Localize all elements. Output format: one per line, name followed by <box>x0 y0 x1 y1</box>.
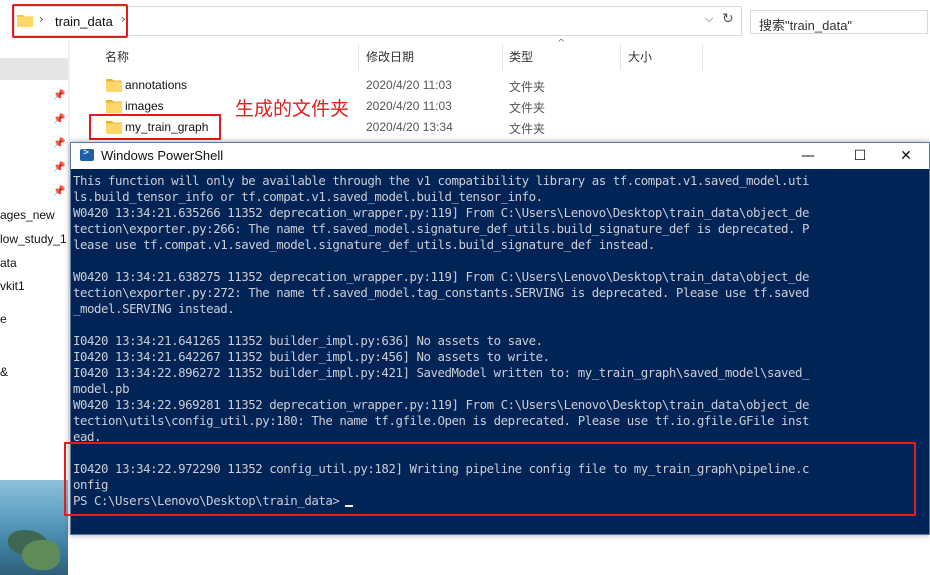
console-line: W0420 13:34:21.638275 11352 deprecation_… <box>73 269 810 284</box>
file-date: 2020/4/20 13:34 <box>366 120 453 134</box>
column-divider[interactable] <box>620 44 621 70</box>
file-type: 文件夹 <box>509 80 546 94</box>
sort-up-icon: ^ <box>557 38 566 49</box>
nav-item[interactable]: & <box>0 365 8 379</box>
folder-icon <box>106 100 122 113</box>
console-line: tection\utils\config_util.py:180: The na… <box>73 413 810 428</box>
pin-icon: 📌 <box>53 90 66 101</box>
refresh-icon[interactable]: ↻ <box>722 11 734 27</box>
console-line: I0420 13:34:21.642267 11352 builder_impl… <box>73 349 550 364</box>
powershell-icon: > <box>80 147 94 161</box>
nav-item[interactable]: e <box>0 312 7 326</box>
column-divider[interactable] <box>702 44 703 70</box>
column-divider[interactable] <box>358 44 359 70</box>
powershell-titlebar[interactable]: > Windows PowerShell — ☐ ✕ <box>71 143 929 169</box>
file-date: 2020/4/20 11:03 <box>366 78 452 92</box>
annotation-label: 生成的文件夹 <box>235 98 350 120</box>
pin-icon: 📌 <box>53 186 66 197</box>
column-divider[interactable] <box>502 44 503 70</box>
console-line: tection\exporter.py:272: The name tf.sav… <box>73 285 810 300</box>
nav-item[interactable]: ata <box>0 256 17 270</box>
file-type: 文件夹 <box>509 122 546 136</box>
navigation-pane: 📌 📌 📌 📌 📌 ages_new low_study_1 ata vkit1… <box>0 40 69 575</box>
console-line: _model.SERVING instead. <box>73 301 235 316</box>
console-line: I0420 13:34:21.641265 11352 builder_impl… <box>73 333 543 348</box>
column-header-modified[interactable]: 修改日期 <box>366 48 414 65</box>
nav-item[interactable]: low_study_1 <box>0 232 67 246</box>
nav-selected-item[interactable] <box>0 58 68 80</box>
folder-icon <box>106 79 122 92</box>
address-dropdown-icon[interactable]: ⌵ <box>705 12 713 26</box>
console-line: model.pb <box>73 381 130 396</box>
console-line: I0420 13:34:22.896272 11352 builder_impl… <box>73 365 810 380</box>
console-line: lease use tf.compat.v1.saved_model.signa… <box>73 237 655 252</box>
console-line: W0420 13:34:22.969281 11352 deprecation_… <box>73 397 810 412</box>
column-header-size[interactable]: 大小 <box>628 48 652 65</box>
search-input[interactable]: 搜索"train_data" <box>750 10 928 34</box>
column-header-type[interactable]: 类型 <box>509 48 533 65</box>
nav-item[interactable]: vkit1 <box>0 279 25 293</box>
pin-icon: 📌 <box>53 162 66 173</box>
pin-icon: 📌 <box>53 138 66 149</box>
file-name: annotations <box>125 78 188 92</box>
file-date: 2020/4/20 11:03 <box>366 99 452 113</box>
highlight-box-console <box>64 442 916 516</box>
file-row[interactable]: annotations 2020/4/20 11:03 文件夹 <box>100 75 700 96</box>
minimize-button[interactable]: — <box>785 143 831 169</box>
window-title: Windows PowerShell <box>101 148 224 163</box>
console-line: ls.build_tensor_info or tf.compat.v1.sav… <box>73 189 543 204</box>
desktop-wallpaper <box>0 480 68 575</box>
file-name: images <box>125 99 164 113</box>
column-header-name[interactable]: 名称 <box>105 48 129 65</box>
file-type: 文件夹 <box>509 101 546 115</box>
pin-icon: 📌 <box>53 114 66 125</box>
highlight-box-address <box>12 4 128 38</box>
console-line: tection\exporter.py:266: The name tf.sav… <box>73 221 810 236</box>
close-button[interactable]: ✕ <box>883 143 929 169</box>
nav-item[interactable]: ages_new <box>0 208 55 222</box>
highlight-box-new-folder <box>89 114 221 140</box>
console-line: This function will only be available thr… <box>73 173 810 188</box>
console-line: W0420 13:34:21.635266 11352 deprecation_… <box>73 205 810 220</box>
maximize-button[interactable]: ☐ <box>837 143 883 169</box>
console-scrollbar[interactable] <box>915 169 929 534</box>
